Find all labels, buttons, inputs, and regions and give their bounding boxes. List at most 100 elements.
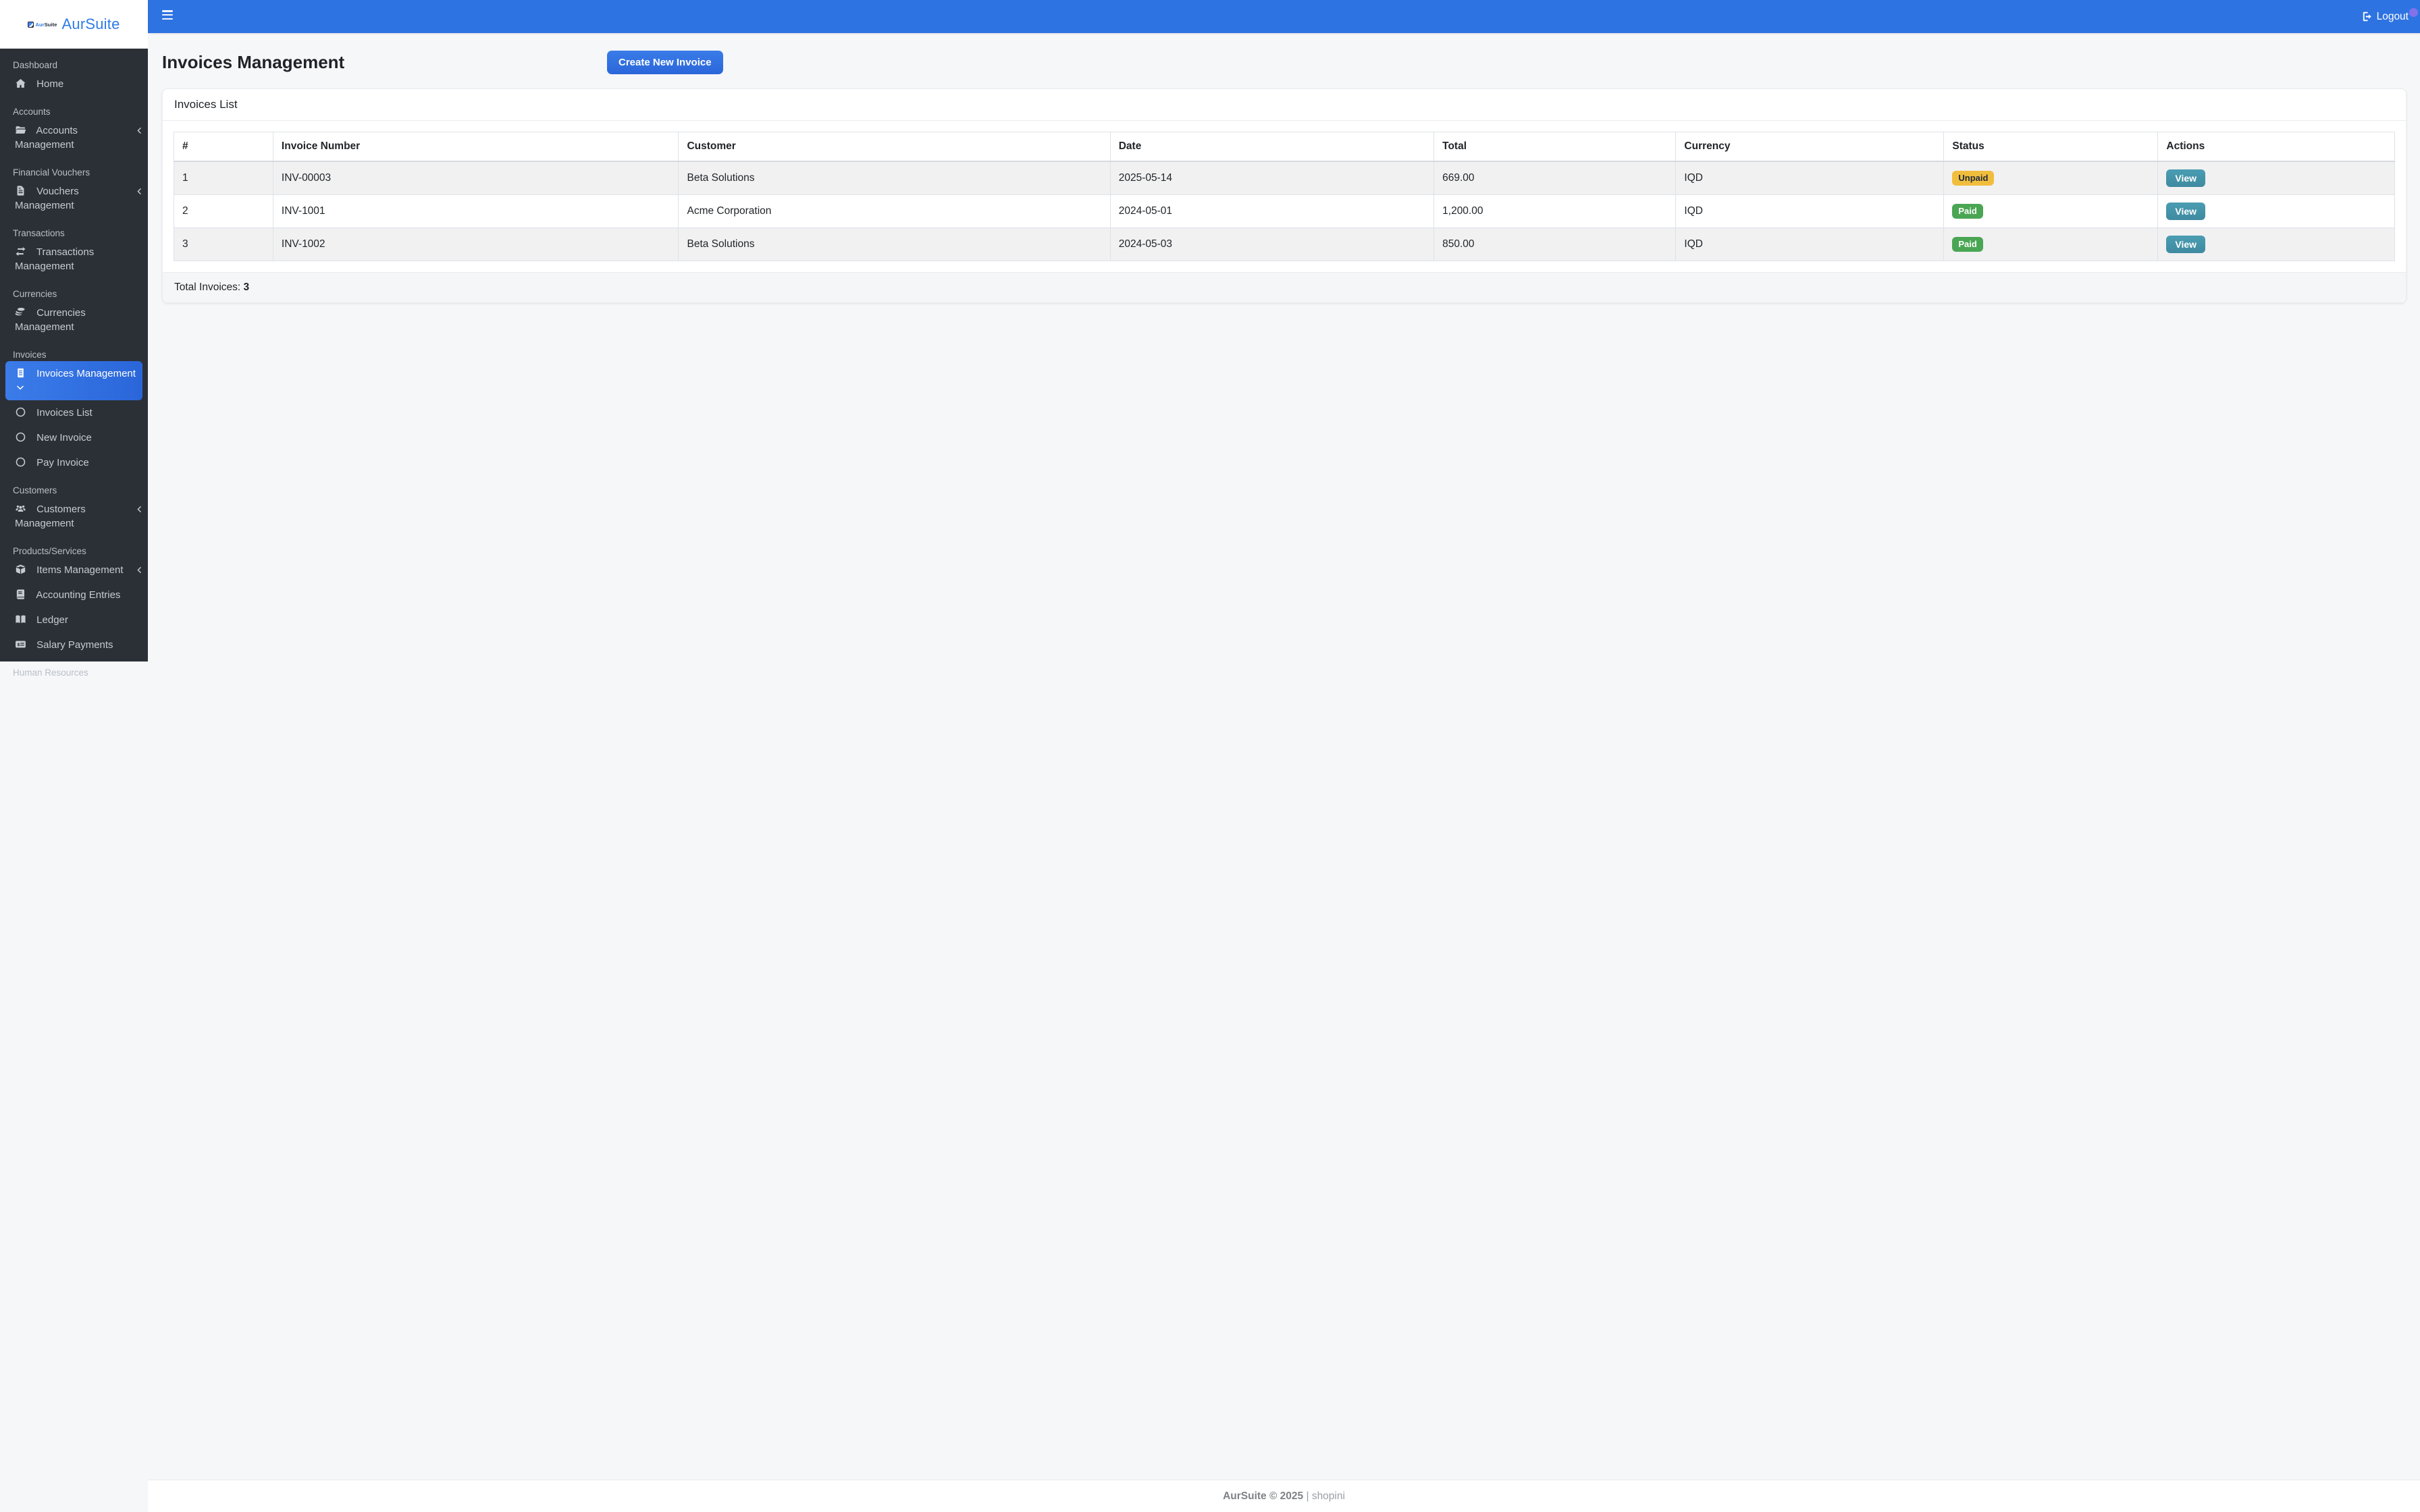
file-invoice-icon <box>15 185 26 196</box>
cell-num: 3 <box>174 227 273 261</box>
footer-credit: shopini <box>1311 1490 1345 1502</box>
cell-invoice-number: INV-1001 <box>272 194 679 228</box>
cell-total: 850.00 <box>1433 227 1677 261</box>
nav-section-financial-vouchers: Financial Vouchers <box>13 167 90 178</box>
nav-section-customers: Customers <box>13 485 57 495</box>
main-content: Invoices Management Create New Invoice I… <box>148 33 2420 1480</box>
cell-customer: Beta Solutions <box>678 161 1111 195</box>
table-header-row: # Invoice Number Customer Date Total Cur… <box>174 132 2395 162</box>
cell-num: 1 <box>174 161 273 195</box>
sidebar-item-ledger[interactable]: Ledger <box>0 608 148 632</box>
invoices-total-value: 3 <box>243 281 250 293</box>
brand-logo-icon: AurSuite <box>28 21 57 28</box>
sidebar-item-new-invoice[interactable]: New Invoice <box>0 425 148 450</box>
users-icon <box>15 503 26 514</box>
col-header-total: Total <box>1433 132 1677 162</box>
chevron-left-icon <box>135 187 144 196</box>
money-check-icon: $ <box>15 639 26 650</box>
circle-icon <box>15 431 26 443</box>
nav-section-currencies: Currencies <box>13 289 57 299</box>
chevron-down-icon <box>16 383 25 392</box>
sidebar-item-accounting-entries[interactable]: Accounting Entries <box>0 583 148 608</box>
corner-indicator-dot <box>2409 8 2418 17</box>
sidebar-item-customers-management[interactable]: Customers Management <box>0 497 148 536</box>
cell-invoice-number: INV-1002 <box>272 227 679 261</box>
cell-customer: Acme Corporation <box>678 194 1111 228</box>
card-body: # Invoice Number Customer Date Total Cur… <box>163 121 2406 272</box>
table-row: 2 INV-1001 Acme Corporation 2024-05-01 1… <box>174 194 2395 228</box>
nav-section-products-services: Products/Services <box>13 546 86 556</box>
logout-icon <box>2361 11 2373 22</box>
footer-divider: | <box>1303 1490 1312 1502</box>
top-navbar: Logout <box>148 0 2420 33</box>
cell-customer: Beta Solutions <box>678 227 1111 261</box>
sidebar-item-invoices-list[interactable]: Invoices List <box>0 400 148 425</box>
logout-button[interactable]: Logout <box>2361 0 2409 33</box>
sidebar-item-home[interactable]: Home <box>0 72 148 97</box>
sidebar-item-invoices-management[interactable]: Invoices Management <box>5 361 142 400</box>
page-header: Invoices Management Create New Invoice <box>162 51 2406 74</box>
view-invoice-button[interactable]: View <box>2166 169 2206 187</box>
page-title: Invoices Management <box>162 52 345 72</box>
col-header-customer: Customer <box>678 132 1111 162</box>
home-icon <box>15 78 26 89</box>
view-invoice-button[interactable]: View <box>2166 236 2206 253</box>
chevron-left-icon <box>135 505 144 514</box>
col-header-num: # <box>174 132 273 162</box>
table-row: 1 INV-00003 Beta Solutions 2025-05-14 66… <box>174 161 2395 195</box>
nav-section-dashboard: Dashboard <box>13 60 58 70</box>
cell-currency: IQD <box>1675 194 1945 228</box>
invoices-total: Total Invoices: 3 <box>163 272 2406 302</box>
exchange-arrows-icon <box>15 246 26 257</box>
card-title: Invoices List <box>163 89 2406 121</box>
invoices-card: Invoices List # Invoice Number Customer … <box>162 88 2406 303</box>
cell-currency: IQD <box>1675 161 1945 195</box>
folder-open-icon <box>15 124 26 136</box>
nav-section-accounts: Accounts <box>13 107 51 117</box>
status-badge: Paid <box>1952 203 1983 219</box>
sidebar-item-accounts-management[interactable]: Accounts Management <box>0 118 148 157</box>
cell-currency: IQD <box>1675 227 1945 261</box>
col-header-currency: Currency <box>1675 132 1945 162</box>
circle-icon <box>15 456 26 468</box>
brand-title: AurSuite <box>61 16 120 32</box>
sidebar-item-vouchers-management[interactable]: Vouchers Management <box>0 179 148 218</box>
create-new-invoice-button[interactable]: Create New Invoice <box>607 51 723 74</box>
svg-text:$: $ <box>17 642 20 647</box>
nav-section-invoices: Invoices <box>13 350 47 360</box>
receipt-icon <box>15 367 26 379</box>
logout-label: Logout <box>2376 10 2409 22</box>
menu-toggle-button[interactable] <box>162 10 173 22</box>
table-row: 3 INV-1002 Beta Solutions 2024-05-03 850… <box>174 227 2395 261</box>
status-badge: Unpaid <box>1952 170 1995 186</box>
box-icon <box>15 564 26 575</box>
chevron-left-icon <box>135 126 144 135</box>
book-icon <box>15 589 26 600</box>
sidebar-item-currencies-management[interactable]: Currencies Management <box>0 300 148 340</box>
sidebar: AurSuite AurSuite Dashboard Home Account… <box>0 0 148 678</box>
sidebar-item-transactions-management[interactable]: Transactions Management <box>0 240 148 279</box>
sidebar-item-pay-invoice[interactable]: Pay Invoice <box>0 450 148 475</box>
col-header-date: Date <box>1109 132 1435 162</box>
cell-invoice-number: INV-00003 <box>272 161 679 195</box>
col-header-status: Status <box>1943 132 2159 162</box>
view-invoice-button[interactable]: View <box>2166 202 2206 220</box>
sidebar-nav: Dashboard Home Accounts Accounts Managem… <box>0 49 148 679</box>
page-footer: AurSuite © 2025 | shopini <box>148 1480 2420 1512</box>
cell-date: 2024-05-01 <box>1109 194 1435 228</box>
cell-date: 2024-05-03 <box>1109 227 1435 261</box>
cell-date: 2025-05-14 <box>1109 161 1435 195</box>
coins-icon <box>15 306 26 318</box>
cell-total: 669.00 <box>1433 161 1677 195</box>
sidebar-item-salary-payments[interactable]: $ Salary Payments <box>0 632 148 657</box>
chevron-left-icon <box>135 566 144 574</box>
invoices-total-label: Total Invoices: <box>174 281 241 293</box>
col-header-invoice-number: Invoice Number <box>272 132 679 162</box>
cell-total: 1,200.00 <box>1433 194 1677 228</box>
nav-section-transactions: Transactions <box>13 228 65 238</box>
col-header-actions: Actions <box>2157 132 2395 162</box>
footer-copyright: AurSuite © 2025 <box>1223 1490 1304 1502</box>
brand[interactable]: AurSuite AurSuite <box>0 0 148 49</box>
nav-section-human-resources: Human Resources <box>13 668 88 678</box>
sidebar-item-items-management[interactable]: Items Management <box>0 558 148 583</box>
